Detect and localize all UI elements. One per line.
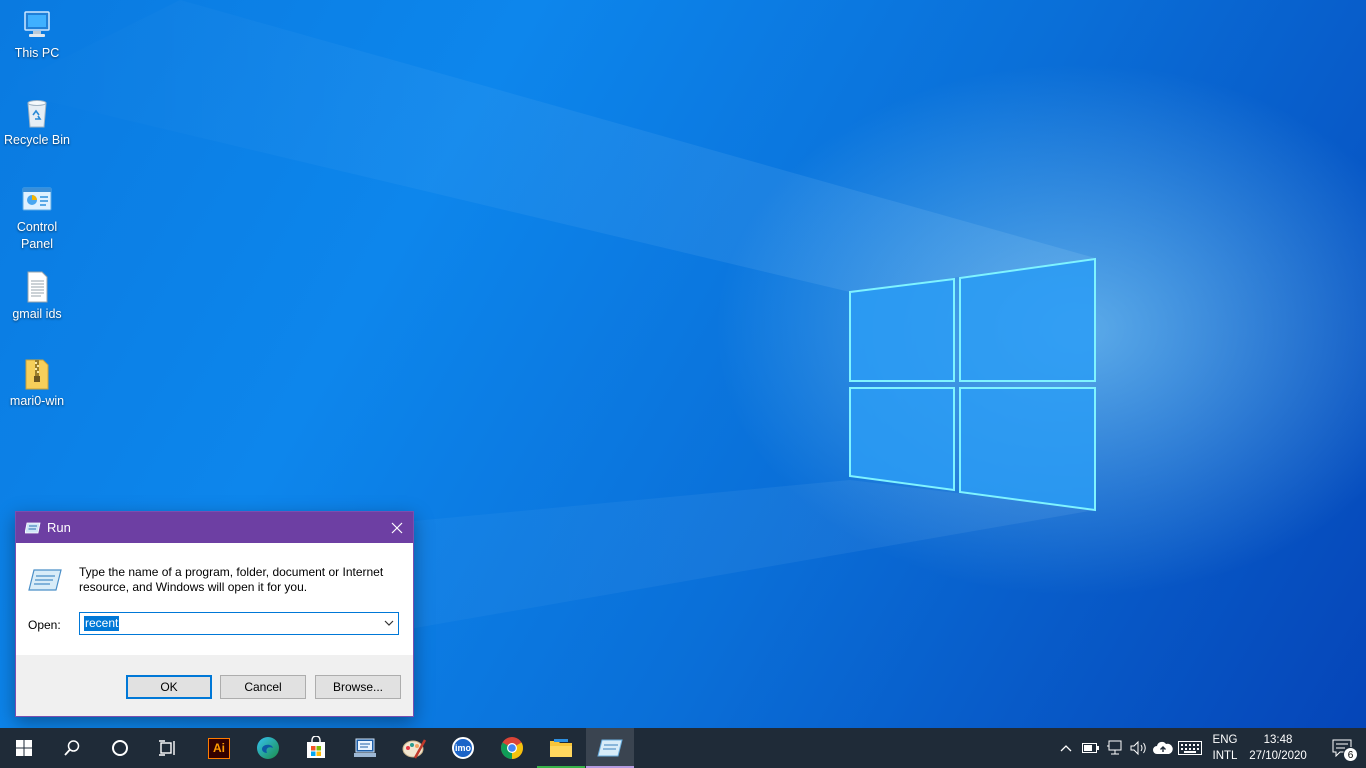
chrome-icon (501, 737, 523, 759)
desktop-icon-label: mari0-win (9, 394, 65, 408)
touch-keyboard-button[interactable] (1178, 738, 1202, 758)
cortana-icon (112, 740, 128, 756)
store-icon (307, 736, 325, 758)
desktop-icon-label: This PC (14, 46, 60, 60)
run-titlebar[interactable]: Run (16, 512, 413, 543)
cortana-button[interactable] (96, 728, 144, 768)
cancel-button[interactable]: Cancel (220, 675, 306, 699)
onedrive-button[interactable] (1153, 738, 1173, 758)
network-icon (1107, 740, 1122, 755)
taskbar-paint[interactable] (390, 728, 438, 768)
task-view-button[interactable] (144, 728, 192, 768)
run-description: Type the name of a program, folder, docu… (79, 565, 384, 594)
clock[interactable]: 13:48 27/10/2020 (1246, 732, 1310, 764)
chevron-down-icon[interactable] (384, 618, 394, 628)
desktop-icon-label: Control Panel (16, 220, 58, 251)
illustrator-icon: Ai (208, 737, 230, 759)
search-icon (64, 740, 80, 756)
zip-folder-icon (25, 359, 49, 390)
browse-button[interactable]: Browse... (315, 675, 401, 699)
ok-button[interactable]: OK (126, 675, 212, 699)
desktop-icon-gmail-ids[interactable]: gmail ids (4, 269, 70, 323)
desktop-icon-label: gmail ids (12, 307, 62, 321)
language-label: ENG (1212, 734, 1238, 746)
run-dialog-body: Type the name of a program, folder, docu… (16, 543, 413, 655)
input-language-button[interactable]: ENG INTL (1206, 732, 1244, 764)
open-combobox[interactable]: recent (79, 612, 399, 635)
volume-button[interactable] (1129, 738, 1149, 758)
close-icon (391, 522, 403, 533)
desktop-icon-mari0-win[interactable]: mari0-win (4, 356, 70, 410)
network-config-icon (354, 738, 376, 757)
close-button[interactable] (381, 512, 413, 543)
keyboard-layout-label: INTL (1212, 750, 1238, 762)
computer-icon (24, 11, 50, 37)
recycle-bin-icon (27, 100, 47, 128)
search-button[interactable] (48, 728, 96, 768)
battery-button[interactable] (1082, 738, 1100, 758)
illustrator-icon-text: Ai (213, 741, 225, 755)
start-button[interactable] (0, 728, 48, 768)
file-explorer-icon (550, 739, 572, 757)
desktop-icon-label: Recycle Bin (4, 133, 70, 147)
desktop-icon-this-pc[interactable]: This PC (4, 8, 70, 62)
chevron-up-icon (1060, 745, 1072, 752)
taskbar-illustrator[interactable]: Ai (195, 728, 243, 768)
run-dialog[interactable]: Run Type the name of a program, folder, … (15, 511, 414, 717)
taskbar: Ai imo ENG INTL 13:48 27/10/2020 6 (0, 728, 1366, 768)
desktop-icon-control-panel[interactable]: Control Panel (4, 182, 70, 253)
run-icon (25, 522, 41, 533)
run-icon (597, 739, 623, 757)
taskbar-run[interactable] (586, 728, 634, 768)
run-title: Run (47, 520, 71, 535)
battery-icon (1082, 743, 1099, 753)
taskbar-file-explorer[interactable] (537, 728, 585, 768)
imo-icon: imo (452, 737, 474, 759)
notification-count-badge: 6 (1343, 747, 1358, 762)
open-label: Open: (28, 618, 61, 632)
text-document-icon (27, 271, 48, 303)
cloud-upload-icon (1153, 741, 1173, 754)
open-input[interactable]: recent (84, 616, 120, 631)
edge-icon (257, 737, 279, 759)
taskbar-store[interactable] (292, 728, 340, 768)
action-center-button[interactable]: 6 (1318, 728, 1366, 768)
keyboard-icon (1178, 741, 1202, 755)
speaker-icon (1130, 740, 1146, 756)
control-panel-icon (22, 187, 52, 211)
clock-time: 13:48 (1263, 734, 1293, 746)
task-view-icon (159, 740, 175, 756)
taskbar-edge[interactable] (244, 728, 292, 768)
run-program-icon (28, 569, 62, 591)
start-icon (16, 740, 32, 756)
clock-date: 27/10/2020 (1249, 750, 1307, 762)
taskbar-imo[interactable]: imo (439, 728, 487, 768)
taskbar-chrome[interactable] (488, 728, 536, 768)
taskbar-network-config[interactable] (341, 728, 389, 768)
desktop-icon-recycle-bin[interactable]: Recycle Bin (4, 95, 70, 149)
network-button[interactable] (1106, 738, 1124, 758)
imo-icon-text: imo (454, 743, 471, 753)
show-hidden-icons-button[interactable] (1058, 738, 1074, 758)
paint-icon (402, 739, 427, 759)
